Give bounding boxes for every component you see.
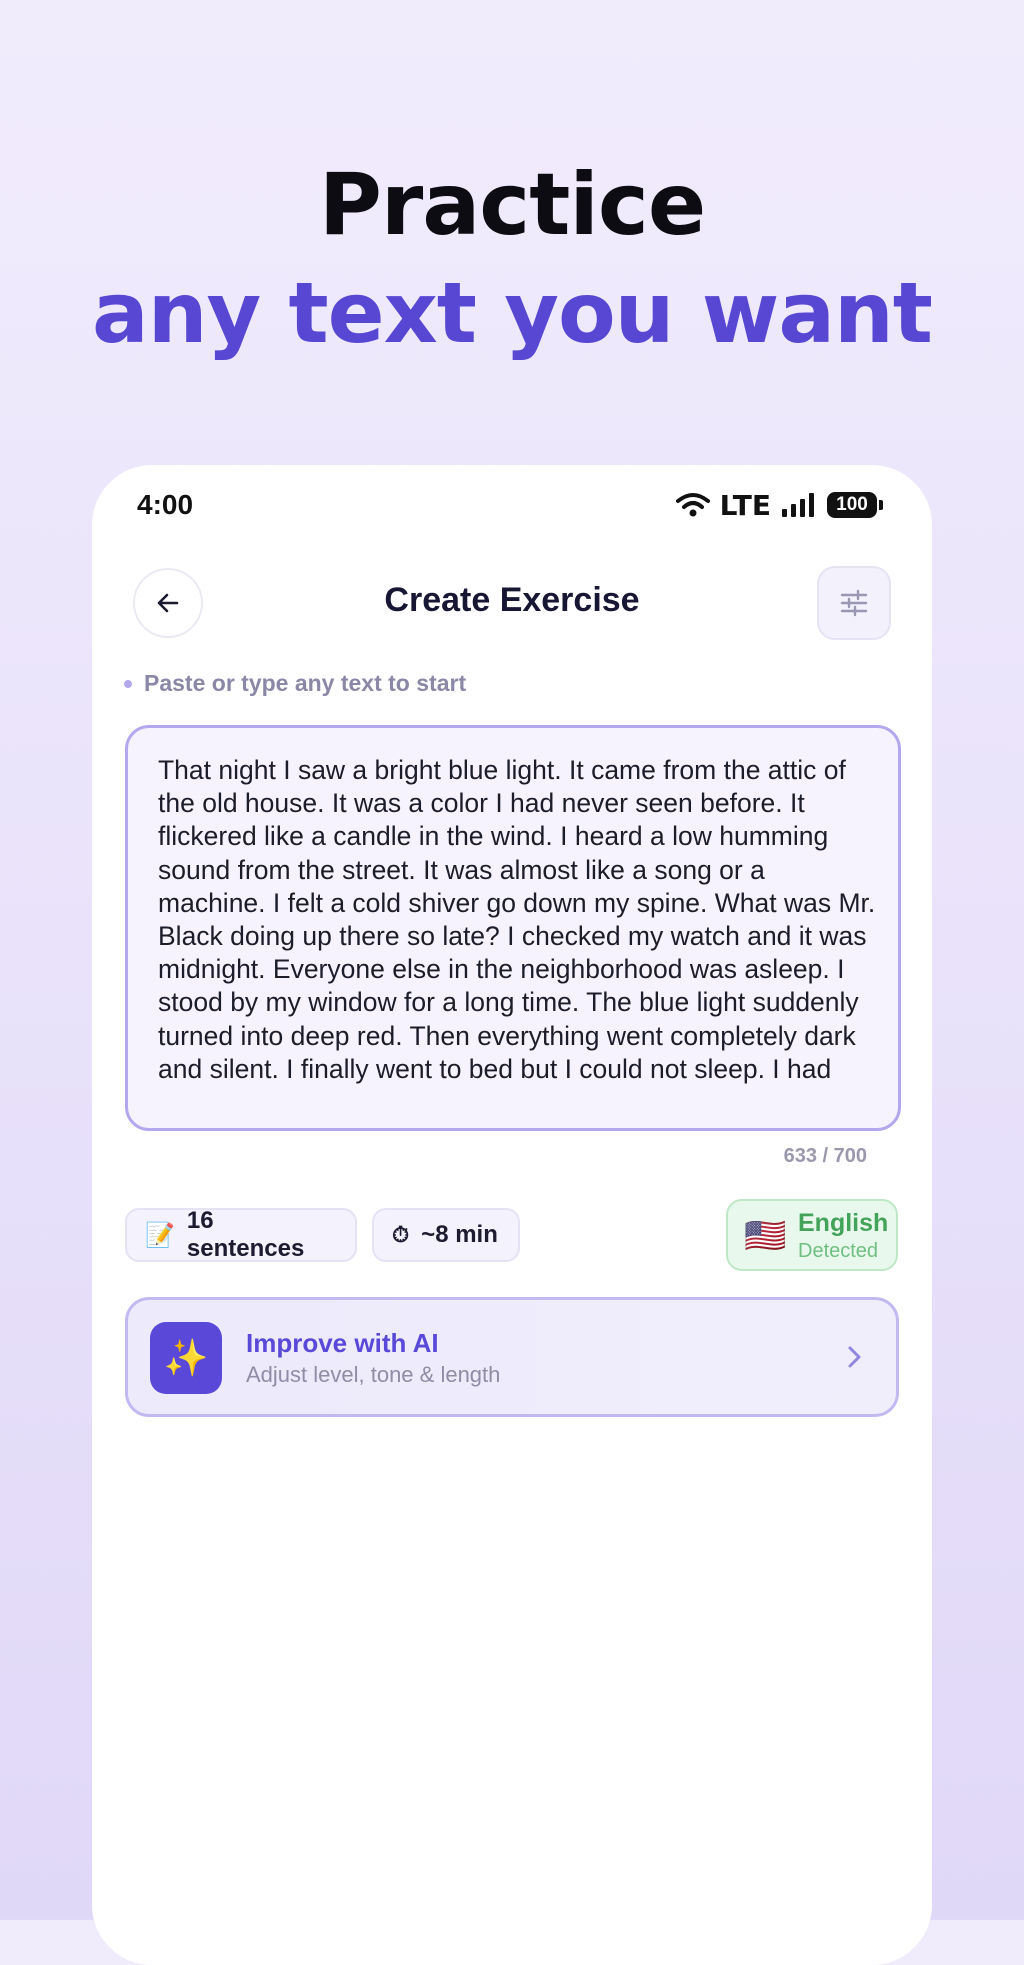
ai-card-subtitle: Adjust level, tone & length <box>246 1362 501 1387</box>
hero-title-line2: any text you want <box>92 264 933 362</box>
sliders-icon <box>840 589 868 617</box>
settings-button[interactable] <box>817 566 891 640</box>
ai-card-title: Improve with AI <box>246 1328 439 1358</box>
battery-icon: 100 <box>827 492 883 518</box>
language-status: Detected <box>798 1240 879 1262</box>
duration-value: ~8 min <box>421 1221 498 1248</box>
sentences-chip: 📝 16 sentences <box>125 1207 357 1262</box>
signal-icon <box>782 493 814 517</box>
hero-title-line1: Practice <box>318 155 706 255</box>
sentences-count: 16 sentences <box>186 1207 305 1262</box>
language-name: English <box>798 1209 889 1237</box>
hint-text: Paste or type any text to start <box>144 670 467 696</box>
hint-dot-icon <box>124 679 132 688</box>
text-input-content[interactable]: That night I saw a bright blue light. It… <box>158 754 878 1106</box>
network-label: LTE <box>719 488 771 522</box>
status-time: 4:00 <box>137 489 194 520</box>
character-counter: 633 / 700 <box>783 1145 867 1167</box>
improve-with-ai-button[interactable]: ✨ Improve with AI Adjust level, tone & l… <box>125 1297 899 1417</box>
wifi-icon <box>675 493 710 517</box>
chevron-right-icon <box>848 1346 861 1368</box>
phone-screen: 4:00 LTE 100 Create Exercise Paste or ty… <box>92 465 932 1965</box>
sparkles-icon: ✨ <box>150 1322 222 1394</box>
page-title: Create Exercise <box>384 581 640 619</box>
language-badge[interactable]: 🇺🇸 English Detected <box>726 1199 898 1271</box>
text-input-area[interactable]: That night I saw a bright blue light. It… <box>125 725 901 1131</box>
duration-chip: ⏱ ~8 min <box>372 1208 520 1262</box>
hint: Paste or type any text to start <box>124 670 466 697</box>
us-flag-icon: 🇺🇸 <box>744 1217 787 1255</box>
memo-icon: 📝 <box>145 1221 175 1249</box>
status-icons: LTE 100 <box>675 487 883 523</box>
stopwatch-icon: ⏱ <box>392 1222 410 1247</box>
